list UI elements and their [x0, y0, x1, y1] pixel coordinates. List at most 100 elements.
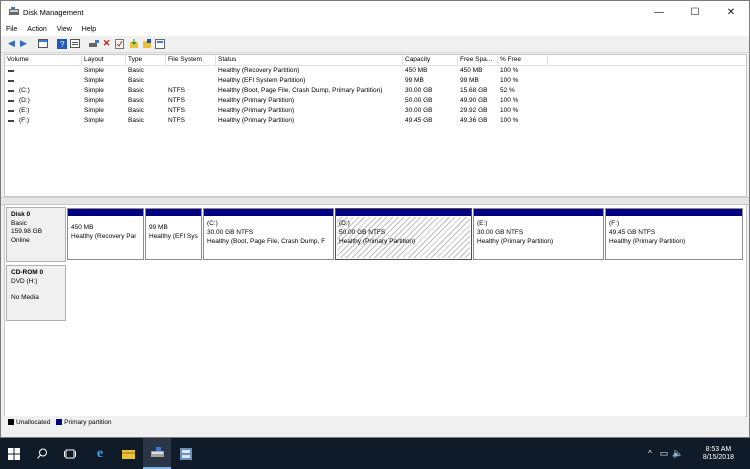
- partition-recovery[interactable]: 450 MB Healthy (Recovery Par: [67, 208, 144, 260]
- column-percent-free[interactable]: % Free: [498, 55, 548, 65]
- delete-icon[interactable]: ✕: [101, 38, 112, 49]
- cell-type: Basic: [128, 67, 144, 74]
- table-row[interactable]: (D:) Simple Basic NTFS Healthy (Primary …: [5, 96, 746, 106]
- menu-file[interactable]: File: [1, 23, 22, 36]
- cell-layout: Simple: [84, 97, 104, 104]
- properties-icon[interactable]: [69, 38, 80, 49]
- volume-list-header: Volume Layout Type File System Status Ca…: [5, 55, 746, 66]
- cell-layout: Simple: [84, 87, 104, 94]
- unallocated-swatch: [8, 419, 14, 425]
- cell-capacity: 99 MB: [405, 77, 424, 84]
- legend-primary: Primary partition: [64, 419, 112, 426]
- table-row[interactable]: (E:) Simple Basic NTFS Healthy (Primary …: [5, 106, 746, 116]
- cell-layout: Simple: [84, 117, 104, 124]
- column-volume[interactable]: Volume: [5, 55, 82, 65]
- column-status[interactable]: Status: [216, 55, 403, 65]
- cell-percent-free: 100 %: [500, 117, 519, 124]
- minimize-button[interactable]: —: [641, 1, 677, 23]
- cdrom-0-name: CD-ROM 0: [11, 269, 44, 276]
- primary-partition-bar: [606, 209, 742, 216]
- primary-partition-bar: [146, 209, 201, 216]
- table-row[interactable]: Simple Basic Healthy (Recovery Partition…: [5, 66, 746, 76]
- table-row[interactable]: (F:) Simple Basic NTFS Healthy (Primary …: [5, 116, 746, 126]
- edge-icon[interactable]: e: [86, 438, 114, 469]
- cell-volume: [17, 76, 84, 86]
- refresh-icon[interactable]: [154, 38, 165, 49]
- table-row[interactable]: (C:) Simple Basic NTFS Healthy (Boot, Pa…: [5, 86, 746, 96]
- column-free-space[interactable]: Free Spa...: [458, 55, 498, 65]
- partition-size: 30.00 GB NTFS: [477, 229, 524, 236]
- rescan-icon[interactable]: [141, 38, 152, 49]
- cell-capacity: 50.00 GB: [405, 97, 433, 104]
- windows-logo-icon: [8, 447, 20, 460]
- cell-file-system: NTFS: [168, 107, 185, 114]
- connect-drive-icon[interactable]: [88, 38, 99, 49]
- disk-0-name: Disk 0: [11, 211, 31, 218]
- disk-0-status: Online: [11, 236, 30, 244]
- disk-management-taskbar-icon[interactable]: [143, 438, 171, 469]
- primary-partition-bar: [336, 209, 471, 216]
- column-capacity[interactable]: Capacity: [403, 55, 458, 65]
- partition-e[interactable]: (E:) 30.00 GB NTFS Healthy (Primary Partit…: [473, 208, 604, 260]
- close-button[interactable]: ✕: [713, 1, 749, 23]
- partition-label: (C:): [207, 220, 218, 227]
- task-view-button[interactable]: [56, 438, 84, 469]
- column-type[interactable]: Type: [126, 55, 166, 65]
- taskbar: e ^ ▭ 🔈 8:53 AM 8/15/2018: [0, 438, 750, 469]
- disk-0-type: Basic: [11, 219, 27, 227]
- help-icon[interactable]: ?: [56, 38, 67, 49]
- cell-percent-free: 100 %: [500, 67, 519, 74]
- cell-free-space: 99 MB: [460, 77, 479, 84]
- back-icon[interactable]: ◀: [6, 38, 17, 49]
- system-clock[interactable]: 8:53 AM 8/15/2018: [703, 446, 734, 462]
- cell-file-system: NTFS: [168, 117, 185, 124]
- window-title: Disk Management: [23, 8, 84, 17]
- start-button[interactable]: [0, 438, 28, 469]
- cell-layout: Simple: [84, 77, 104, 84]
- cell-layout: Simple: [84, 67, 104, 74]
- volume-icon: [8, 90, 14, 92]
- cell-percent-free: 100 %: [500, 107, 519, 114]
- table-row[interactable]: Simple Basic Healthy (EFI System Partiti…: [5, 76, 746, 86]
- cell-status: Healthy (Recovery Partition): [218, 67, 300, 74]
- partition-size: 30.00 GB NTFS: [207, 229, 254, 236]
- task-view-icon: [64, 449, 76, 458]
- partition-efi[interactable]: 99 MB Healthy (EFI Sys: [145, 208, 202, 260]
- primary-partition-swatch: [56, 419, 63, 425]
- column-file-system[interactable]: File System: [166, 55, 216, 65]
- partition-status: Healthy (Primary Partition): [339, 238, 416, 245]
- file-explorer-icon[interactable]: [114, 438, 142, 469]
- cell-capacity: 450 MB: [405, 67, 428, 74]
- legend: Unallocated Primary partition: [4, 416, 745, 429]
- forward-icon[interactable]: ▶: [18, 38, 29, 49]
- cell-type: Basic: [128, 87, 144, 94]
- server-manager-icon[interactable]: [172, 438, 200, 469]
- partition-c[interactable]: (C:) 30.00 GB NTFS Healthy (Boot, Page Fil…: [203, 208, 334, 260]
- cdrom-0-info[interactable]: CD-ROM 0 DVD (H:) No Media: [6, 265, 66, 321]
- disk-0-info[interactable]: Disk 0 Basic 159.98 GB Online: [6, 207, 66, 262]
- cell-file-system: NTFS: [168, 97, 185, 104]
- import-icon[interactable]: [128, 38, 139, 49]
- cell-capacity: 49.45 GB: [405, 117, 433, 124]
- cell-free-space: 15.68 GB: [460, 87, 488, 94]
- menu-view[interactable]: View: [52, 23, 77, 36]
- partition-f[interactable]: (F:) 49.45 GB NTFS Healthy (Primary Partit…: [605, 208, 743, 260]
- column-layout[interactable]: Layout: [82, 55, 126, 65]
- minimize-icon: —: [654, 6, 664, 18]
- maximize-icon: ☐: [690, 6, 700, 18]
- clock-time: 8:53 AM: [705, 446, 732, 453]
- menu-action[interactable]: Action: [22, 23, 51, 36]
- console-tree-icon[interactable]: [37, 38, 48, 49]
- partition-d-selected[interactable]: (D:) 50.00 GB NTFS Healthy (Primary Partit…: [335, 208, 472, 260]
- svg-text:?: ?: [60, 40, 65, 49]
- menu-help[interactable]: Help: [77, 23, 101, 36]
- maximize-button[interactable]: ☐: [677, 1, 713, 23]
- volume-icon[interactable]: 🔈: [664, 438, 692, 469]
- primary-partition-bar: [474, 209, 603, 216]
- primary-partition-bar: [68, 209, 143, 216]
- search-button[interactable]: [28, 438, 56, 469]
- cell-volume: (D:): [19, 97, 30, 104]
- cell-status: Healthy (Boot, Page File, Crash Dump, Pr…: [218, 87, 383, 94]
- cell-type: Basic: [128, 97, 144, 104]
- check-icon[interactable]: [114, 38, 125, 49]
